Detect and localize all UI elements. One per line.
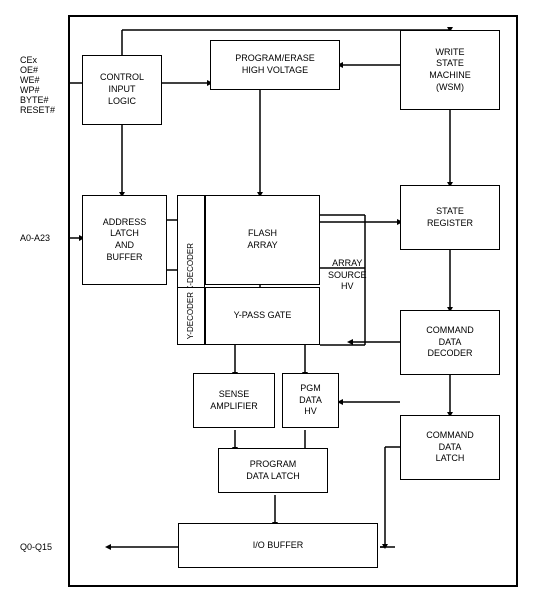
address-label: A0-A23 <box>20 233 50 243</box>
io-buffer-block: I/O BUFFER <box>178 523 378 568</box>
input-signals-label: CEx OE# WE# WP# BYTE# RESET# <box>20 55 55 115</box>
program-erase-hv-block: PROGRAM/ERASEHIGH VOLTAGE <box>210 40 340 90</box>
pgm-data-hv-block: PGMDATAHV <box>282 373 339 428</box>
command-data-latch-block: COMMANDDATALATCH <box>400 415 500 480</box>
block-diagram: CEx OE# WE# WP# BYTE# RESET# A0-A23 Q0-Q… <box>0 0 535 599</box>
write-state-machine-block: WRITESTATEMACHINE(WSM) <box>400 30 500 110</box>
control-input-logic-block: CONTROLINPUTLOGIC <box>82 55 162 125</box>
io-label: Q0-Q15 <box>20 542 52 552</box>
flash-array-block: FLASHARRAY <box>205 195 320 285</box>
array-source-hv-label: ARRAYSOURCEHV <box>328 258 367 293</box>
command-data-decoder-block: COMMANDDATADECODER <box>400 310 500 375</box>
sense-amplifier-block: SENSEAMPLIFIER <box>193 373 275 428</box>
address-latch-block: ADDRESSLATCHANDBUFFER <box>82 195 167 285</box>
state-register-block: STATEREGISTER <box>400 185 500 250</box>
y-decoder-block: Y-DECODER <box>177 287 205 345</box>
program-data-latch-block: PROGRAMDATA LATCH <box>218 448 328 493</box>
y-pass-gate-block: Y-PASS GATE <box>205 287 320 345</box>
